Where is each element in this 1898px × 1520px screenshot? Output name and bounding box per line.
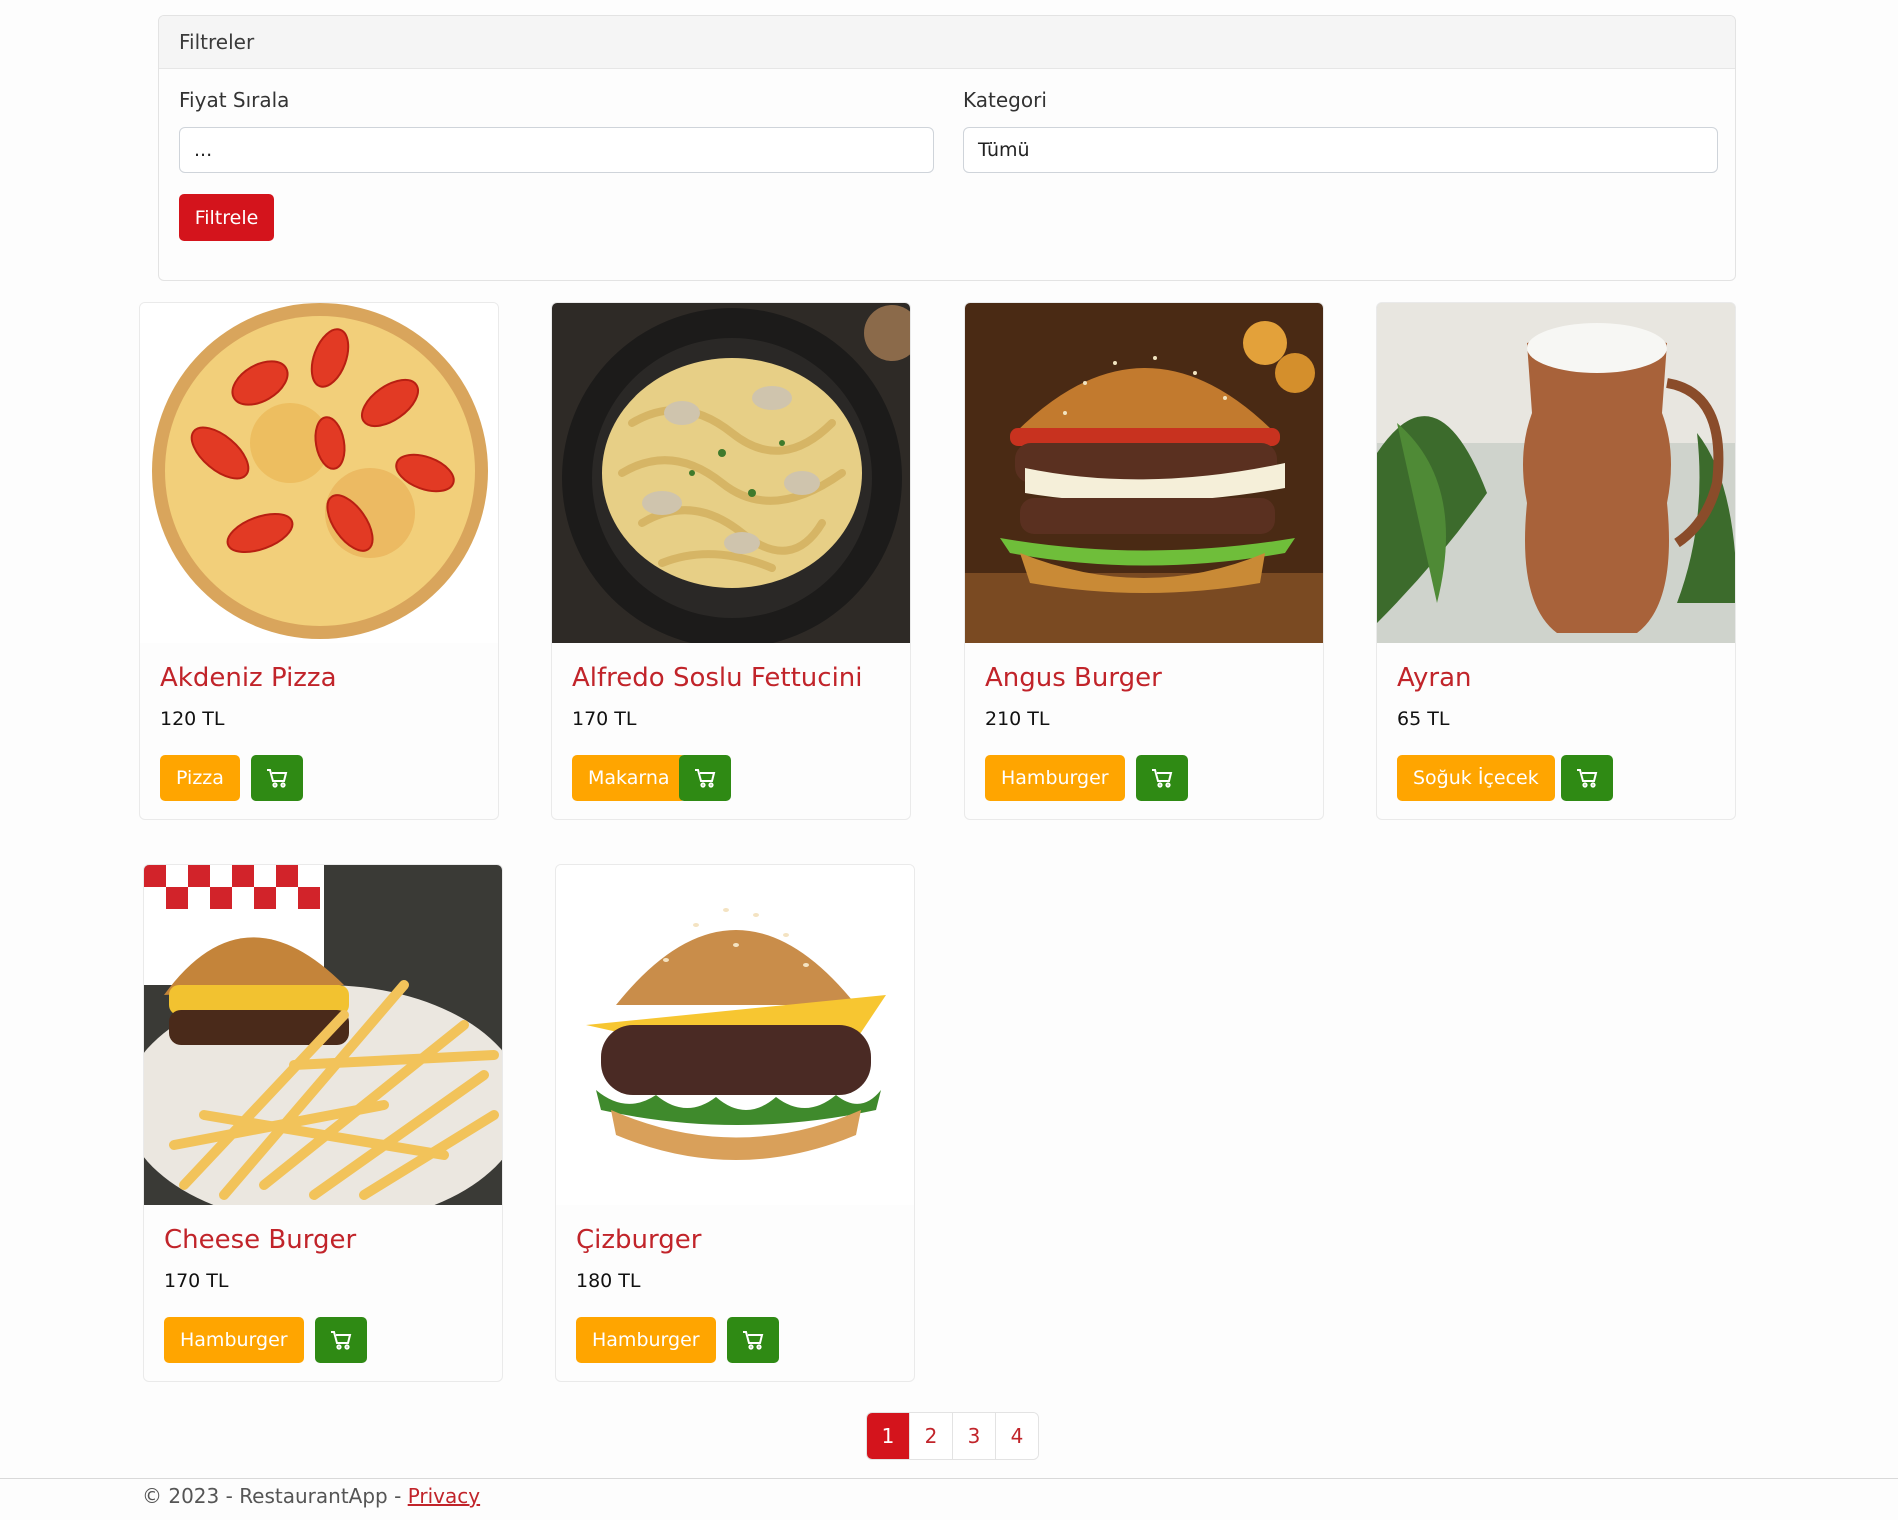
- page-root: Filtreler Fiyat Sırala ... Kategori Tümü…: [0, 0, 1898, 1520]
- burger-fries-image: [144, 865, 502, 1205]
- ayran-image: [1377, 303, 1735, 643]
- category-badge: Hamburger: [576, 1317, 716, 1363]
- page-1[interactable]: 1: [867, 1413, 910, 1459]
- product-name[interactable]: Çizburger: [576, 1225, 701, 1255]
- pasta-image: [552, 303, 910, 643]
- category-label: Kategori: [963, 88, 1047, 112]
- add-to-cart-button[interactable]: [727, 1317, 779, 1363]
- cart-icon: [1577, 769, 1598, 788]
- product-price: 170 TL: [164, 1270, 229, 1292]
- burger-image: [965, 303, 1323, 643]
- add-to-cart-button[interactable]: [679, 755, 731, 801]
- product-name[interactable]: Ayran: [1397, 663, 1472, 693]
- product-price: 180 TL: [576, 1270, 641, 1292]
- filter-header: Filtreler: [159, 16, 1735, 69]
- footer-copyright: © 2023 - RestaurantApp -: [142, 1484, 408, 1508]
- product-price: 210 TL: [985, 708, 1050, 730]
- price-sort-label: Fiyat Sırala: [179, 88, 290, 112]
- product-card: Akdeniz Pizza 120 TL Pizza: [139, 302, 499, 820]
- cart-icon: [695, 769, 716, 788]
- product-price: 120 TL: [160, 708, 225, 730]
- product-card: Cheese Burger 170 TL Hamburger: [143, 864, 503, 1382]
- category-badge: Soğuk İçecek: [1397, 755, 1555, 801]
- add-to-cart-button[interactable]: [251, 755, 303, 801]
- product-name[interactable]: Akdeniz Pizza: [160, 663, 337, 693]
- page-3[interactable]: 3: [953, 1413, 996, 1459]
- product-name[interactable]: Angus Burger: [985, 663, 1162, 693]
- cart-icon: [267, 769, 288, 788]
- category-value: Tümü: [978, 139, 1030, 161]
- footer-divider: [0, 1478, 1898, 1479]
- filter-card: Filtreler Fiyat Sırala ... Kategori Tümü…: [158, 15, 1736, 281]
- pagination: 1 2 3 4: [866, 1412, 1039, 1460]
- product-price: 65 TL: [1397, 708, 1450, 730]
- add-to-cart-button[interactable]: [1136, 755, 1188, 801]
- cart-icon: [331, 1331, 352, 1350]
- category-badge: Hamburger: [985, 755, 1125, 801]
- category-badge: Hamburger: [164, 1317, 304, 1363]
- product-card: Alfredo Soslu Fettucini 170 TL Makarna: [551, 302, 911, 820]
- product-name[interactable]: Cheese Burger: [164, 1225, 356, 1255]
- category-badge: Makarna: [572, 755, 686, 801]
- cheeseburger-image: [556, 865, 914, 1205]
- page-4[interactable]: 4: [996, 1413, 1038, 1459]
- product-name[interactable]: Alfredo Soslu Fettucini: [572, 663, 863, 693]
- filter-button[interactable]: Filtrele: [179, 194, 274, 241]
- add-to-cart-button[interactable]: [1561, 755, 1613, 801]
- cart-icon: [1152, 769, 1173, 788]
- privacy-link[interactable]: Privacy: [408, 1484, 480, 1508]
- product-card: Çizburger 180 TL Hamburger: [555, 864, 915, 1382]
- add-to-cart-button[interactable]: [315, 1317, 367, 1363]
- category-select[interactable]: Tümü: [963, 127, 1718, 173]
- pizza-image: [140, 303, 498, 643]
- product-card: Ayran 65 TL Soğuk İçecek: [1376, 302, 1736, 820]
- product-price: 170 TL: [572, 708, 637, 730]
- footer: © 2023 - RestaurantApp - Privacy: [142, 1484, 480, 1508]
- category-badge: Pizza: [160, 755, 240, 801]
- cart-icon: [743, 1331, 764, 1350]
- price-sort-value: ...: [194, 139, 213, 161]
- page-2[interactable]: 2: [910, 1413, 953, 1459]
- product-card: Angus Burger 210 TL Hamburger: [964, 302, 1324, 820]
- price-sort-select[interactable]: ...: [179, 127, 934, 173]
